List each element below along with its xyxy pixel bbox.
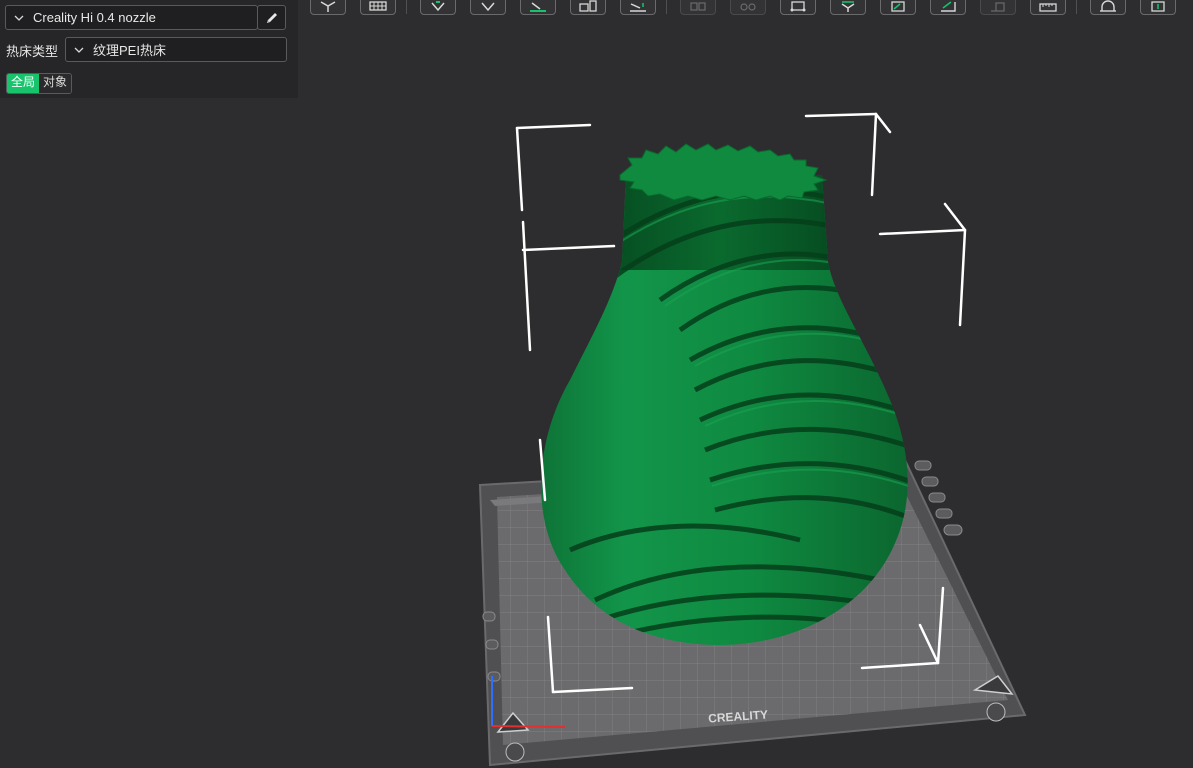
scope-global-tab[interactable]: 全局 bbox=[7, 74, 40, 93]
3d-viewport[interactable]: CREALITY bbox=[0, 0, 1193, 768]
layout-tool[interactable] bbox=[680, 0, 716, 15]
edit-printer-button[interactable] bbox=[257, 5, 286, 30]
add-cube-tool[interactable] bbox=[310, 0, 346, 15]
cut-tool[interactable] bbox=[620, 0, 656, 15]
rotate-tool[interactable] bbox=[830, 0, 866, 15]
orient-icon bbox=[431, 1, 445, 12]
lay-on-face-tool[interactable] bbox=[470, 0, 506, 15]
vase-rim bbox=[619, 143, 828, 201]
toolbar-separator bbox=[666, 0, 667, 14]
split-icon bbox=[579, 0, 597, 12]
support-paint-tool[interactable] bbox=[880, 0, 916, 15]
assembly-tool[interactable] bbox=[1090, 0, 1126, 15]
paint-icon bbox=[891, 1, 905, 12]
bed-type-value: 纹理PEI热床 bbox=[93, 43, 166, 58]
bed-type-label: 热床类型 bbox=[6, 44, 59, 59]
printer-preset-dropdown[interactable]: Creality Hi 0.4 nozzle bbox=[5, 5, 258, 30]
split-tool[interactable] bbox=[570, 0, 606, 15]
top-toolbar bbox=[298, 0, 1193, 18]
chevron-down-icon bbox=[74, 47, 84, 53]
gears-icon bbox=[740, 3, 756, 11]
place-on-bed-tool[interactable] bbox=[520, 0, 556, 15]
scale-tool[interactable] bbox=[780, 0, 816, 15]
mirror-icon bbox=[991, 2, 1005, 12]
layout-icon bbox=[690, 2, 706, 11]
pencil-icon bbox=[266, 12, 277, 23]
diamond-icon bbox=[481, 2, 495, 12]
bed-type-dropdown[interactable]: 纹理PEI热床 bbox=[65, 37, 287, 62]
text-tool[interactable] bbox=[1140, 0, 1176, 15]
measure-tool[interactable] bbox=[1030, 0, 1066, 15]
chevron-down-icon bbox=[14, 15, 24, 21]
text-emboss-icon bbox=[1151, 1, 1165, 12]
scale-box-icon bbox=[790, 1, 806, 12]
ruler-icon bbox=[1039, 3, 1057, 12]
toolbar-separator bbox=[1076, 0, 1077, 14]
scope-object-tab[interactable]: 对象 bbox=[39, 74, 72, 93]
seam-icon bbox=[941, 1, 956, 12]
cut-icon bbox=[630, 3, 646, 12]
grid-icon bbox=[369, 1, 387, 11]
toolbar-separator bbox=[406, 0, 407, 14]
settings-tool[interactable] bbox=[730, 0, 766, 15]
scope-toggle: 全局 对象 bbox=[6, 73, 73, 94]
auto-orient-tool[interactable] bbox=[420, 0, 456, 15]
arch-icon bbox=[1100, 0, 1116, 12]
arrange-grid-tool[interactable] bbox=[360, 0, 396, 15]
left-settings-panel: Creality Hi 0.4 nozzle 热床类型 纹理PEI热床 全局 对… bbox=[0, 0, 298, 98]
rotate-cube-icon bbox=[841, 1, 855, 12]
bed-place-icon bbox=[530, 2, 546, 12]
app-window: CREALITY Creality Hi 0.4 nozzle 热床类型 纹理P… bbox=[0, 0, 1193, 768]
mirror-tool[interactable] bbox=[980, 0, 1016, 15]
cube-icon bbox=[320, 1, 336, 12]
seam-paint-tool[interactable] bbox=[930, 0, 966, 15]
printer-preset-value: Creality Hi 0.4 nozzle bbox=[33, 10, 156, 25]
